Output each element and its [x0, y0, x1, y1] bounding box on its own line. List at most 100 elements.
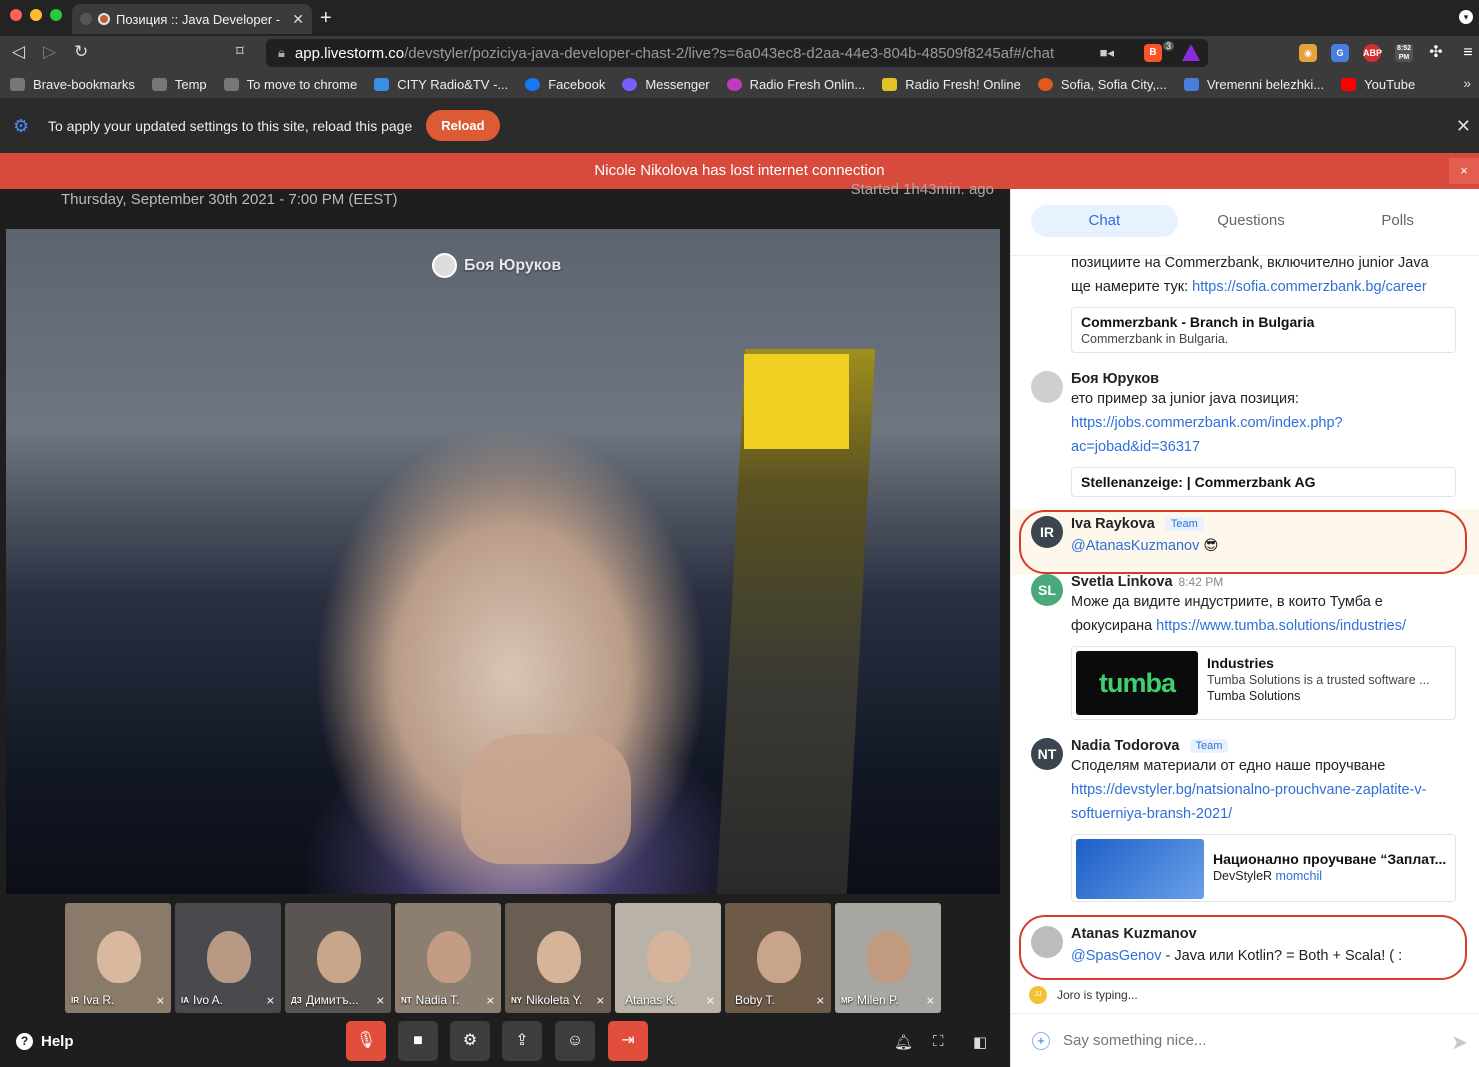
bookmark-item[interactable]: Radio Fresh Onlin... — [726, 77, 865, 92]
message-link[interactable]: ac=jobad&id=36317 — [1071, 435, 1461, 459]
tab-close-icon[interactable]: ✕ — [292, 11, 304, 28]
participant-tile[interactable]: NT Nadia T. ⨯ — [395, 903, 501, 1013]
bookmark-item[interactable]: To move to chrome — [223, 77, 357, 92]
maximize-window-button[interactable] — [50, 9, 62, 21]
address-bar[interactable]: 🔒︎ app.livestorm.co/devstyler/poziciya-j… — [266, 39, 1208, 67]
bookmark-item[interactable]: CITY Radio&TV -... — [374, 77, 508, 92]
alert-close-button[interactable]: × — [1449, 158, 1479, 184]
browser-tab[interactable]: Позиция :: Java Developer - ✕ — [72, 4, 312, 34]
minimize-window-button[interactable] — [30, 9, 42, 21]
bookmark-item[interactable]: Vremenni belezhki... — [1183, 77, 1324, 92]
extension-adblock-icon[interactable]: ABP — [1363, 44, 1382, 62]
reload-button[interactable]: Reload — [426, 110, 500, 141]
share-screen-button[interactable]: ⇪ — [502, 1021, 542, 1061]
participant-name: Nadia T. — [415, 993, 460, 1007]
back-icon[interactable]: ◁ — [12, 42, 25, 62]
camera-button[interactable]: ■ — [398, 1021, 438, 1061]
participant-tile[interactable]: NY Nikoleta Y. ⨯ — [505, 903, 611, 1013]
message-link[interactable]: https://jobs.commerzbank.com/index.php? — [1071, 411, 1461, 435]
chat-message: Боя Юруков ето пример за junior java поз… — [1031, 371, 1461, 497]
tab-menu-icon[interactable]: ▾ — [1459, 10, 1473, 24]
bookmark-item[interactable]: Sofia, Sofia City,... — [1037, 77, 1167, 92]
bookmark-item[interactable]: Messenger — [622, 77, 710, 92]
mic-off-icon: ⨯ — [485, 995, 495, 1007]
close-icon[interactable]: ✕ — [1456, 116, 1471, 137]
message-link[interactable]: https://devstyler.bg/natsionalno-prouchv… — [1071, 778, 1461, 802]
participant-tile[interactable]: MP Milen P. ⨯ — [835, 903, 941, 1013]
fullscreen-icon[interactable]: ⛶ — [933, 1033, 944, 1050]
participant-strip: IR Iva R. ⨯ IA Ivo A. ⨯ ДЗ Димитъ... ⨯ NT Nadia T.… — [65, 903, 945, 1013]
participant-tile[interactable]: IR Iva R. ⨯ — [65, 903, 171, 1013]
bookmark-item[interactable]: Facebook — [525, 77, 605, 92]
participant-face — [97, 931, 141, 983]
menu-icon[interactable]: ≡ — [1459, 44, 1477, 62]
brave-rewards-icon[interactable] — [1182, 44, 1200, 61]
participant-tile[interactable]: IA Ivo A. ⨯ — [175, 903, 281, 1013]
participant-tile[interactable]: Boby T. ⨯ — [725, 903, 831, 1013]
bookmark-label: CITY Radio&TV -... — [397, 76, 509, 92]
lock-icon: 🔒︎ — [278, 45, 285, 60]
sidebar-toggle-icon[interactable]: ◧ — [973, 1033, 987, 1051]
new-tab-icon[interactable]: + — [320, 7, 332, 30]
tab-chat[interactable]: Chat — [1031, 205, 1178, 237]
send-icon[interactable]: ➤ — [1451, 1030, 1468, 1055]
tab-polls[interactable]: Polls — [1324, 205, 1471, 237]
message-text: ето пример за junior java позиция: — [1071, 391, 1299, 407]
exit-icon: ⇥ — [621, 1032, 635, 1049]
mic-off-icon: 🎙︎ — [355, 1032, 377, 1049]
bookmark-icon[interactable]: ⌑ — [236, 42, 244, 60]
settings-button[interactable]: ⚙ — [450, 1021, 490, 1061]
mute-mic-button[interactable]: 🎙︎ — [346, 1021, 386, 1061]
extension-translate-icon[interactable]: G — [1331, 44, 1349, 62]
participant-face — [427, 931, 471, 983]
mic-off-icon: ⨯ — [705, 995, 715, 1007]
leave-button[interactable]: ⇥ — [608, 1021, 648, 1061]
extension-clock-icon[interactable]: 8:52 PM — [1395, 44, 1413, 62]
city-radio-icon — [374, 77, 390, 91]
mic-off-icon: ⨯ — [265, 995, 275, 1007]
infobar-message: To apply your updated settings to this s… — [48, 117, 413, 134]
bookmarks-overflow-icon[interactable]: » — [1463, 75, 1471, 91]
extensions-puzzle-icon[interactable]: ✣ — [1427, 44, 1445, 62]
reactions-button[interactable]: ☺ — [555, 1021, 595, 1061]
extension-owl-icon[interactable]: ◉ — [1299, 44, 1317, 62]
reload-icon[interactable]: ↻ — [74, 42, 88, 62]
article-thumbnail — [1076, 839, 1204, 899]
link-preview-card[interactable]: Stellenanzeige: | Commerzbank AG — [1071, 467, 1456, 497]
camera-icon[interactable]: ■◂ — [1100, 45, 1114, 61]
bell-icon[interactable]: 🔔︎ — [894, 1033, 913, 1051]
avatar: NT — [1031, 738, 1063, 770]
card-site: DevStyleR — [1213, 869, 1273, 883]
avatar — [432, 253, 457, 278]
weather-icon — [1037, 77, 1053, 91]
bookmark-item[interactable]: Brave-bookmarks — [10, 77, 135, 92]
message-link[interactable]: https://sofia.commerzbank.bg/career — [1192, 279, 1427, 295]
participant-label: IR Iva R. — [71, 993, 114, 1007]
link-preview-card[interactable]: Commerzbank - Branch in Bulgaria Commerz… — [1071, 307, 1456, 353]
forward-icon[interactable]: ▷ — [43, 42, 56, 62]
emoji-icon: ☺ — [566, 1032, 584, 1049]
help-button[interactable]: ? Help — [16, 1033, 74, 1050]
started-ago: Started 1h43min. ago — [850, 181, 994, 198]
participant-tile[interactable]: ДЗ Димитъ... ⨯ — [285, 903, 391, 1013]
mic-off-icon: ⨯ — [375, 995, 385, 1007]
annotation-circle — [1019, 915, 1467, 980]
message-link[interactable]: softuerniya-bransh-2021/ — [1071, 802, 1461, 826]
tab-questions[interactable]: Questions — [1178, 205, 1325, 237]
add-attachment-icon[interactable]: + — [1032, 1031, 1050, 1050]
bookmark-label: Temp — [174, 76, 207, 92]
link-preview-card[interactable]: Национално проучване “Заплат... DevStyle… — [1071, 834, 1456, 902]
bookmark-item[interactable]: YouTube — [1341, 77, 1415, 92]
participant-label: NY Nikoleta Y. — [511, 993, 582, 1007]
message-input[interactable] — [1063, 1032, 1433, 1049]
participant-tile[interactable]: Atanas K. ⨯ — [615, 903, 721, 1013]
tower-light — [744, 354, 849, 449]
bookmark-item[interactable]: Radio Fresh! Online — [882, 77, 1021, 92]
bookmark-item[interactable]: Temp — [151, 76, 207, 92]
link-preview-card[interactable]: tumba Industries Tumba Solutions is a tr… — [1071, 646, 1456, 720]
brave-shields-icon[interactable]: B — [1144, 44, 1162, 62]
card-title: Industries — [1207, 655, 1274, 671]
card-author[interactable]: momchil — [1276, 869, 1323, 883]
close-window-button[interactable] — [10, 9, 22, 21]
message-link[interactable]: https://www.tumba.solutions/industries/ — [1156, 618, 1406, 634]
